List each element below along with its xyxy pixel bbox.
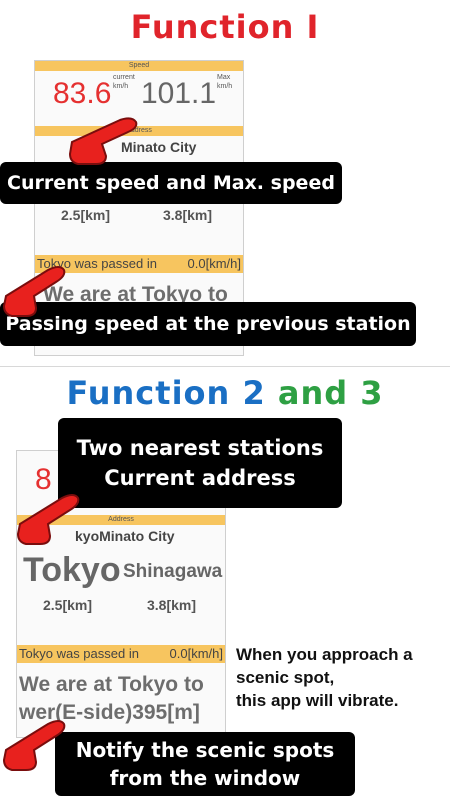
distance-right-2: 3.8[km]: [147, 597, 197, 613]
section-divider: [0, 366, 450, 367]
passed-speed: 0.0[km/h]: [187, 256, 241, 271]
pointing-hand-icon: [16, 494, 80, 545]
vibration-note-line1: When you approach a: [236, 645, 413, 664]
vibration-note-line2: scenic spot,: [236, 668, 335, 687]
pointing-hand-icon: [68, 117, 138, 165]
current-speed: 83.6: [53, 77, 112, 110]
pointing-hand-icon: [2, 266, 66, 317]
current-label: current: [113, 74, 135, 81]
distance-right: 3.8[km]: [163, 207, 213, 223]
nearest-station-2: Shinagawa: [123, 561, 223, 582]
function23-title: Function 2 and 3: [0, 374, 450, 412]
passed-bar-2: Tokyo was passed in 0.0[km/h]: [17, 645, 225, 663]
function23-title-c: 3: [360, 374, 384, 412]
current-unit: km/h: [113, 83, 129, 90]
vibration-note-line3: this app will vibrate.: [236, 691, 399, 710]
notify-callout: Notify the scenic spots from the window: [55, 732, 355, 796]
passed-speed-2: 0.0[km/h]: [169, 646, 223, 661]
speed-callout: Current speed and Max. speed: [0, 162, 342, 204]
max-unit: km/h: [217, 83, 233, 90]
passed-text-2: Tokyo was passed in: [19, 646, 139, 661]
location-message-line1: We are at Tokyo to: [19, 673, 204, 696]
pointing-hand-icon: [2, 720, 66, 771]
max-label: Max: [217, 74, 231, 81]
stations-callout-line2: Current address: [104, 466, 296, 490]
vibration-note: When you approach a scenic spot, this ap…: [236, 643, 450, 712]
notify-callout-line2: from the window: [109, 766, 301, 790]
address-text-2: kyoMinato City: [75, 528, 175, 544]
max-speed: 101.1: [141, 77, 217, 110]
function23-title-a: Function 2: [66, 374, 266, 412]
speed-header: Speed: [35, 61, 243, 71]
distance-left-2: 2.5[km]: [43, 597, 93, 613]
stations-callout-line1: Two nearest stations: [76, 436, 324, 460]
function23-title-b: and: [277, 374, 349, 412]
function1-title: Function I: [130, 8, 320, 46]
distance-left: 2.5[km]: [61, 207, 111, 223]
notify-callout-line1: Notify the scenic spots: [75, 738, 335, 762]
nearest-station-1: Tokyo: [23, 551, 121, 589]
stations-callout: Two nearest stations Current address: [58, 418, 342, 508]
